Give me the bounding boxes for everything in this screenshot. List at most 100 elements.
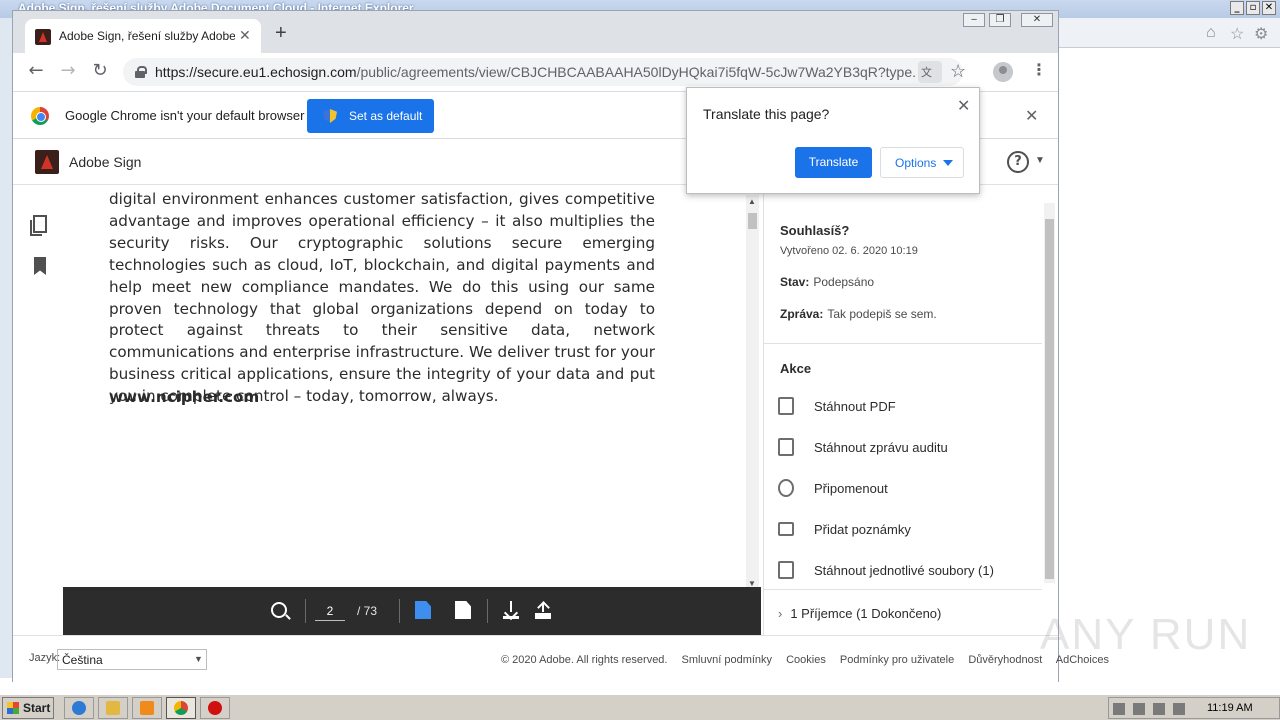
ie-maximize-button[interactable]: ▫ [1246, 1, 1260, 15]
language-select[interactable]: Čeština ▼ [57, 649, 207, 670]
download-icon[interactable] [503, 601, 519, 619]
alarm-clock-icon [778, 479, 794, 497]
chrome-restore-button[interactable]: ❐ [989, 13, 1011, 27]
action-download-pdf[interactable]: Stáhnout PDF [778, 395, 1038, 419]
scroll-up-arrow-icon[interactable]: ▲ [748, 197, 756, 206]
chrome-minimize-button[interactable]: ‒ [963, 13, 985, 27]
app-title: Adobe Sign [69, 154, 142, 170]
start-button[interactable]: Start [2, 697, 54, 719]
action-label: Stáhnout jednotlivé soubory (1) [814, 563, 994, 578]
taskbar-stop-icon[interactable] [200, 697, 230, 719]
language-label: Jazyk: [29, 652, 61, 664]
fit-width-icon[interactable] [455, 601, 471, 619]
action-label: Přidat poznámky [814, 522, 911, 537]
browser-tab[interactable]: Adobe Sign, řešení služby Adobe Do ✕ [25, 19, 261, 53]
page-total: / 73 [357, 604, 378, 618]
footer-links: © 2020 Adobe. All rights reserved. Smluv… [501, 654, 1120, 666]
reload-button[interactable]: ↻ [89, 61, 111, 83]
message-label: Zpráva: [780, 307, 824, 321]
chevron-down-icon[interactable]: ▼ [1035, 155, 1045, 166]
taskbar-folder-icon[interactable] [98, 697, 128, 719]
status-row: Stav: Podepsáno [780, 275, 874, 289]
action-download-files[interactable]: Stáhnout jednotlivé soubory (1) [778, 559, 1038, 583]
start-label: Start [23, 701, 51, 715]
options-button[interactable]: Options [880, 147, 964, 178]
taskbar-media-icon[interactable] [132, 697, 162, 719]
fit-page-icon[interactable] [415, 601, 431, 619]
infobar-close-icon[interactable]: ✕ [1025, 106, 1038, 126]
search-icon[interactable] [271, 602, 287, 618]
file-download-icon [778, 561, 794, 579]
tab-title: Adobe Sign, řešení služby Adobe Do [59, 29, 235, 43]
ie-close-button[interactable]: ✕ [1262, 1, 1276, 15]
page-footer: Jazyk: Čeština ▼ © 2020 Adobe. All right… [13, 635, 1109, 683]
language-value: Čeština [62, 653, 103, 667]
status-label: Stav: [780, 275, 810, 289]
gear-icon[interactable]: ⚙ [1254, 24, 1268, 44]
copyright-text: © 2020 Adobe. All rights reserved. [501, 654, 668, 666]
upload-icon[interactable] [535, 601, 551, 619]
footer-link-user-terms[interactable]: Podmínky pro uživatele [840, 654, 954, 666]
tab-close-icon[interactable]: ✕ [239, 27, 251, 44]
chrome-window: Adobe Sign, řešení služby Adobe Do ✕ + ‒… [12, 10, 1109, 683]
set-as-default-label: Set as default [349, 109, 423, 123]
chrome-toolbar: ← → ↻ https://secure.eu1.echosign.com/pu… [13, 53, 1058, 91]
panel-scrollbar[interactable] [1044, 203, 1055, 583]
taskbar-ie-icon[interactable] [64, 697, 94, 719]
network-icon[interactable] [1153, 703, 1165, 715]
favorites-star-icon[interactable]: ☆ [1230, 24, 1244, 44]
chevron-down-icon: ▼ [194, 654, 203, 664]
translate-icon[interactable] [918, 61, 942, 83]
ie-toolbar-right: ⌂ ☆ ⚙ [1058, 18, 1280, 48]
chrome-logo-icon [31, 107, 49, 125]
bookmark-star-icon[interactable]: ☆ [950, 61, 966, 82]
comment-icon [778, 522, 794, 536]
translate-button[interactable]: Translate [795, 147, 872, 178]
footer-link-cookies[interactable]: Cookies [786, 654, 826, 666]
set-as-default-button[interactable]: Set as default [307, 99, 434, 133]
panel-scrollbar-thumb[interactable] [1045, 219, 1054, 579]
pages-icon[interactable] [30, 215, 47, 236]
agreement-created: Vytvořeno 02. 6. 2020 10:19 [780, 245, 918, 257]
document-scrollbar[interactable]: ▲ ▼ [746, 195, 759, 593]
page-number-input[interactable] [315, 601, 345, 621]
clock: 11:19 AM [1207, 702, 1253, 714]
new-tab-button[interactable]: + [275, 23, 287, 43]
document-viewer: digital environment enhances customer sa… [63, 185, 761, 585]
footer-link-trust[interactable]: Důvěryhodnost [968, 654, 1042, 666]
volume-icon[interactable] [1173, 703, 1185, 715]
action-add-notes[interactable]: Přidat poznámky [778, 518, 1038, 542]
tray-expand-icon[interactable] [1113, 703, 1125, 715]
scrollbar-thumb[interactable] [748, 213, 757, 229]
panel-divider [764, 589, 1042, 590]
translate-popup: Translate this page? ✕ Translate Options [686, 87, 980, 194]
help-icon[interactable]: ? [1007, 151, 1029, 173]
anyrun-watermark: ANY RUN [1040, 610, 1252, 659]
tab-strip: Adobe Sign, řešení služby Adobe Do ✕ + ‒… [13, 11, 1058, 53]
chrome-close-button[interactable]: ✕ [1021, 13, 1053, 27]
address-bar[interactable]: https://secure.eu1.echosign.com/public/a… [123, 58, 966, 86]
close-icon[interactable]: ✕ [957, 96, 970, 116]
action-remind[interactable]: Připomenout [778, 477, 1038, 501]
uac-shield-icon [323, 109, 337, 123]
chrome-menu-icon[interactable]: ⋮ [1031, 60, 1047, 79]
home-icon[interactable]: ⌂ [1206, 24, 1216, 42]
lock-icon[interactable] [135, 66, 147, 78]
action-download-audit[interactable]: Stáhnout zprávu auditu [778, 436, 1038, 460]
forward-button[interactable]: → [57, 61, 79, 83]
windows-flag-icon [7, 702, 19, 714]
windows-taskbar: Start 11:19 AM [0, 694, 1280, 720]
translate-prompt: Translate this page? [703, 106, 830, 122]
ie-left-frame [0, 18, 12, 678]
taskbar-chrome-icon[interactable] [166, 697, 196, 719]
back-button[interactable]: ← [25, 61, 47, 83]
url-text[interactable]: https://secure.eu1.echosign.com/public/a… [155, 64, 915, 80]
action-center-flag-icon[interactable] [1133, 703, 1145, 715]
status-value: Podepsáno [813, 275, 875, 289]
profile-avatar-icon[interactable] [993, 62, 1013, 82]
bookmark-icon[interactable] [34, 257, 46, 275]
footer-link-terms[interactable]: Smluvní podmínky [682, 654, 772, 666]
action-label: Připomenout [814, 481, 888, 496]
ie-minimize-button[interactable]: _ [1230, 1, 1244, 15]
recipients-toggle[interactable]: › 1 Příjemce (1 Dokončeno) [778, 606, 941, 621]
